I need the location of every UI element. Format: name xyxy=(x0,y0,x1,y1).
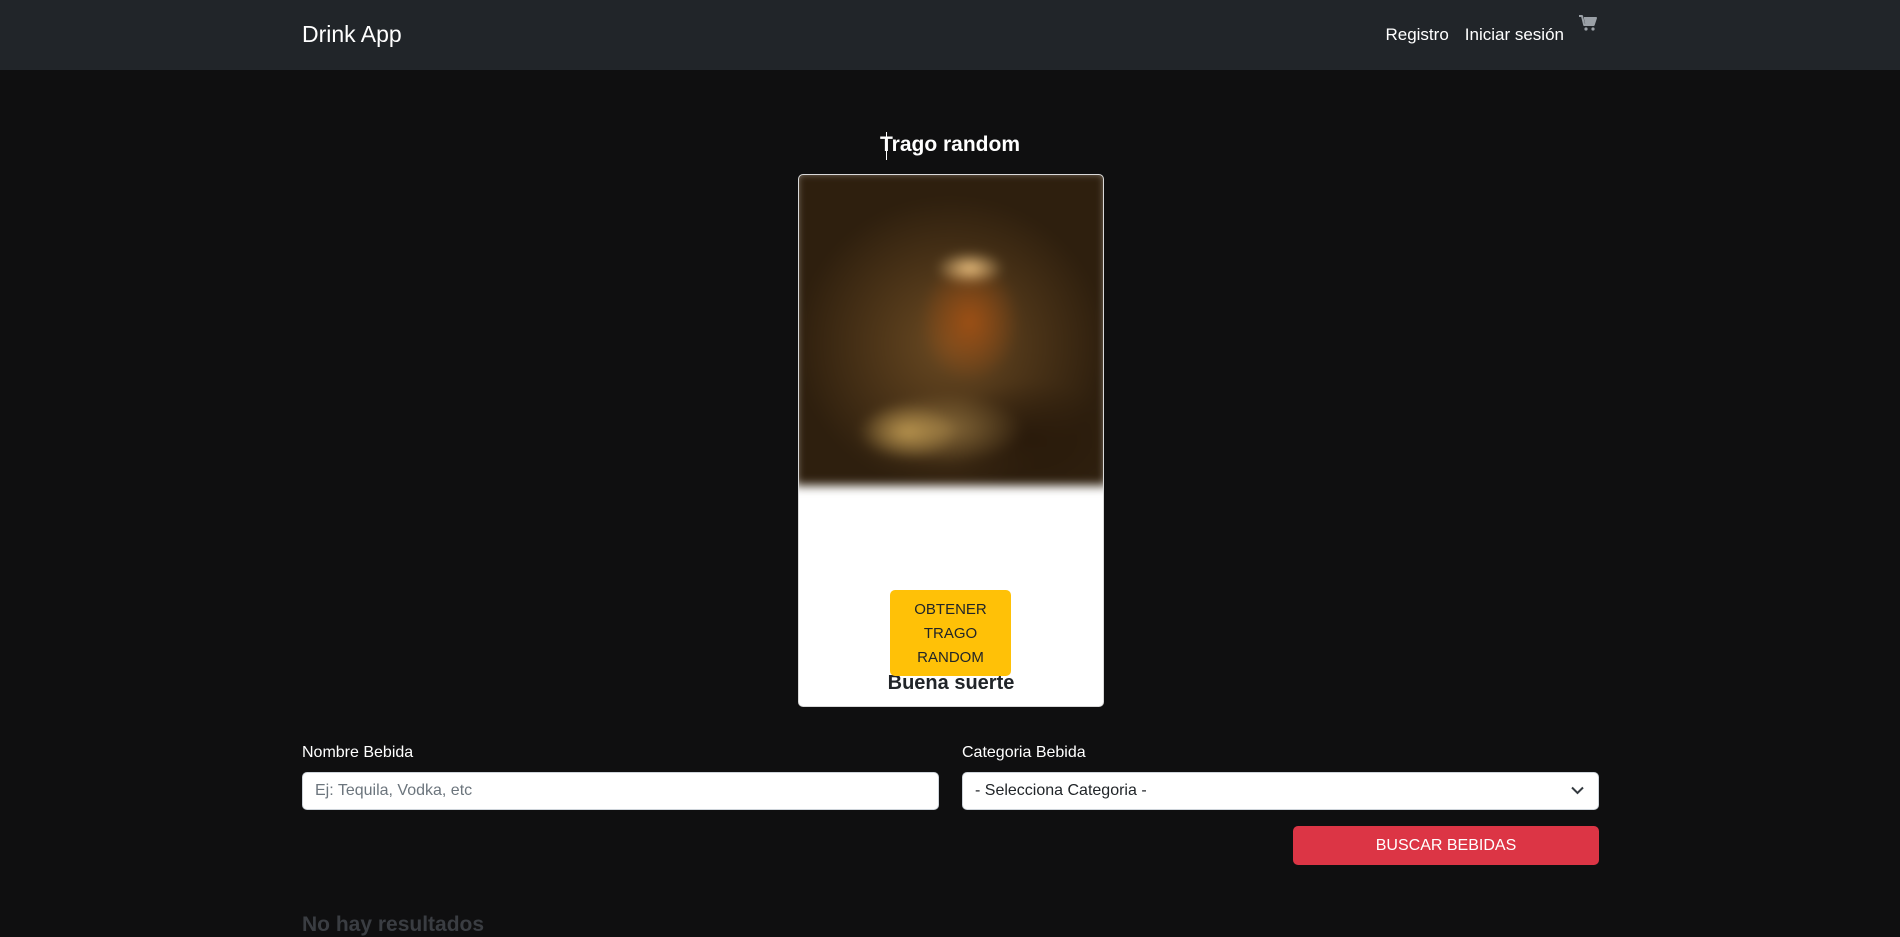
random-drink-heading: Trago random xyxy=(879,133,1021,156)
drink-name-label: Nombre Bebida xyxy=(302,744,414,761)
drink-name-input[interactable]: Ej: Tequila, Vodka, etc xyxy=(302,772,939,810)
brand-link[interactable]: Drink App xyxy=(302,21,402,48)
chevron-down-icon xyxy=(1571,786,1584,795)
drink-image xyxy=(799,175,1103,486)
register-link[interactable]: Registro xyxy=(1385,25,1448,45)
get-random-drink-button[interactable]: OBTENER TRAGO RANDOM xyxy=(890,590,1011,676)
search-drinks-button[interactable]: BUSCAR BEBIDAS xyxy=(1293,826,1599,865)
login-link[interactable]: Iniciar sesión xyxy=(1465,25,1564,45)
no-results-text: No hay resultados xyxy=(302,913,485,936)
drink-category-select[interactable]: - Selecciona Categoria - xyxy=(962,772,1599,810)
text-cursor xyxy=(886,132,887,160)
drink-category-label: Categoria Bebida xyxy=(962,744,1086,761)
navbar-links: Registro Iniciar sesión xyxy=(1385,12,1598,45)
navbar: Drink App Registro Iniciar sesión xyxy=(0,0,1900,70)
drink-category-selected: - Selecciona Categoria - xyxy=(975,782,1147,799)
cart-icon[interactable] xyxy=(1578,14,1598,32)
